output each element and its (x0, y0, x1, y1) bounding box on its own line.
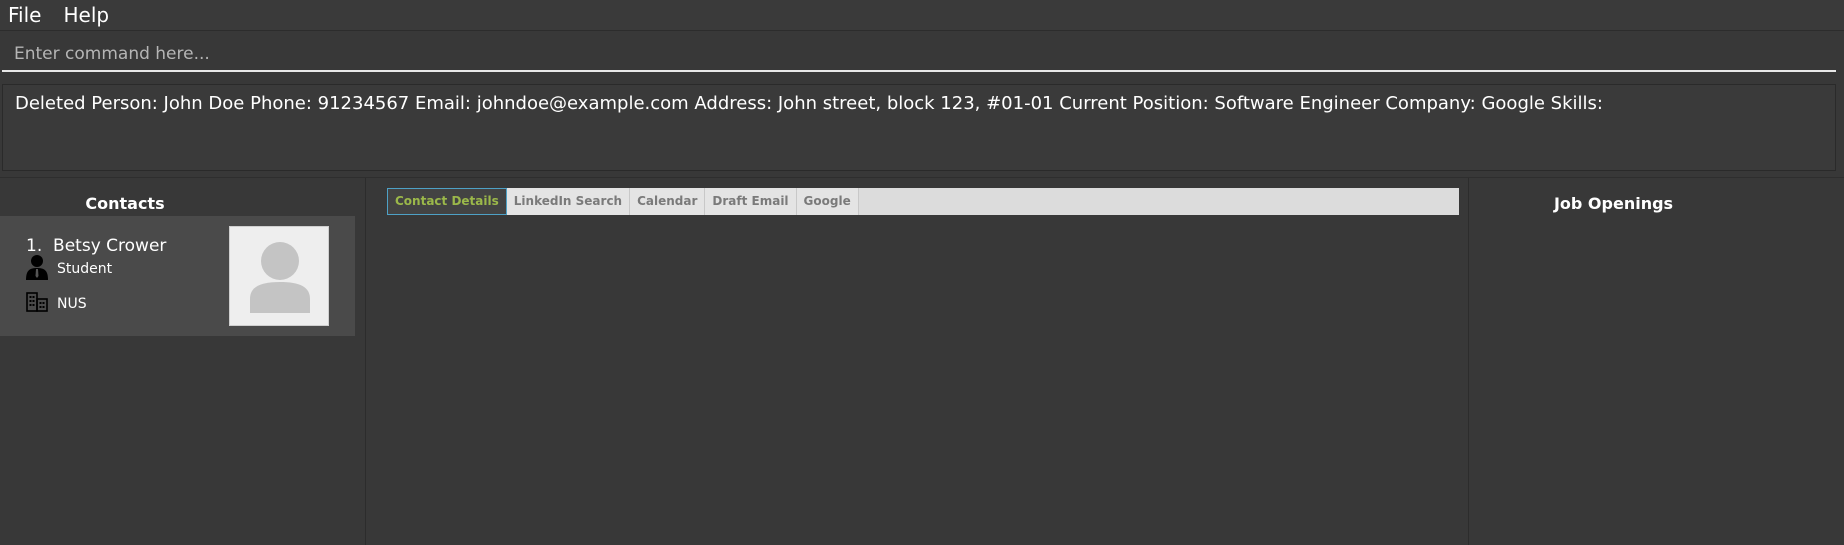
building-icon (26, 292, 48, 316)
tab-calendar[interactable]: Calendar (630, 188, 706, 215)
details-panel: Contact Details LinkedIn Search Calendar… (367, 178, 1469, 545)
contact-company: NUS (57, 296, 87, 312)
avatar-placeholder-icon (250, 242, 310, 313)
job-openings-title: Job Openings (1553, 194, 1674, 213)
tab-linkedin-search[interactable]: LinkedIn Search (506, 188, 631, 215)
contact-position-row: Student (26, 254, 112, 284)
command-box (2, 38, 1836, 72)
contact-card[interactable]: 1. Betsy Crower Student NUS (0, 216, 355, 336)
tab-contact-details[interactable]: Contact Details (387, 188, 507, 215)
menu-bar: File Help (0, 0, 1844, 31)
contact-company-row: NUS (26, 292, 87, 316)
menu-file[interactable]: File (0, 0, 49, 31)
contact-name: Betsy Crower (53, 236, 167, 256)
contact-name-line: 1. Betsy Crower (26, 236, 166, 256)
avatar (229, 226, 329, 326)
menu-help[interactable]: Help (55, 0, 117, 31)
tab-draft-email[interactable]: Draft Email (705, 188, 797, 215)
result-text: Deleted Person: John Doe Phone: 91234567… (15, 93, 1603, 114)
contacts-title: Contacts (85, 194, 165, 213)
contact-index: 1. (26, 236, 43, 256)
contact-position: Student (57, 261, 113, 277)
command-input[interactable] (2, 38, 1836, 70)
job-openings-panel: Job Openings (1470, 178, 1844, 545)
contacts-panel: Contacts 1. Betsy Crower Student NUS (0, 178, 366, 545)
result-display: Deleted Person: John Doe Phone: 91234567… (2, 84, 1836, 171)
person-icon (26, 254, 48, 284)
tab-google[interactable]: Google (796, 188, 859, 215)
tab-bar: Contact Details LinkedIn Search Calendar… (387, 188, 1459, 215)
